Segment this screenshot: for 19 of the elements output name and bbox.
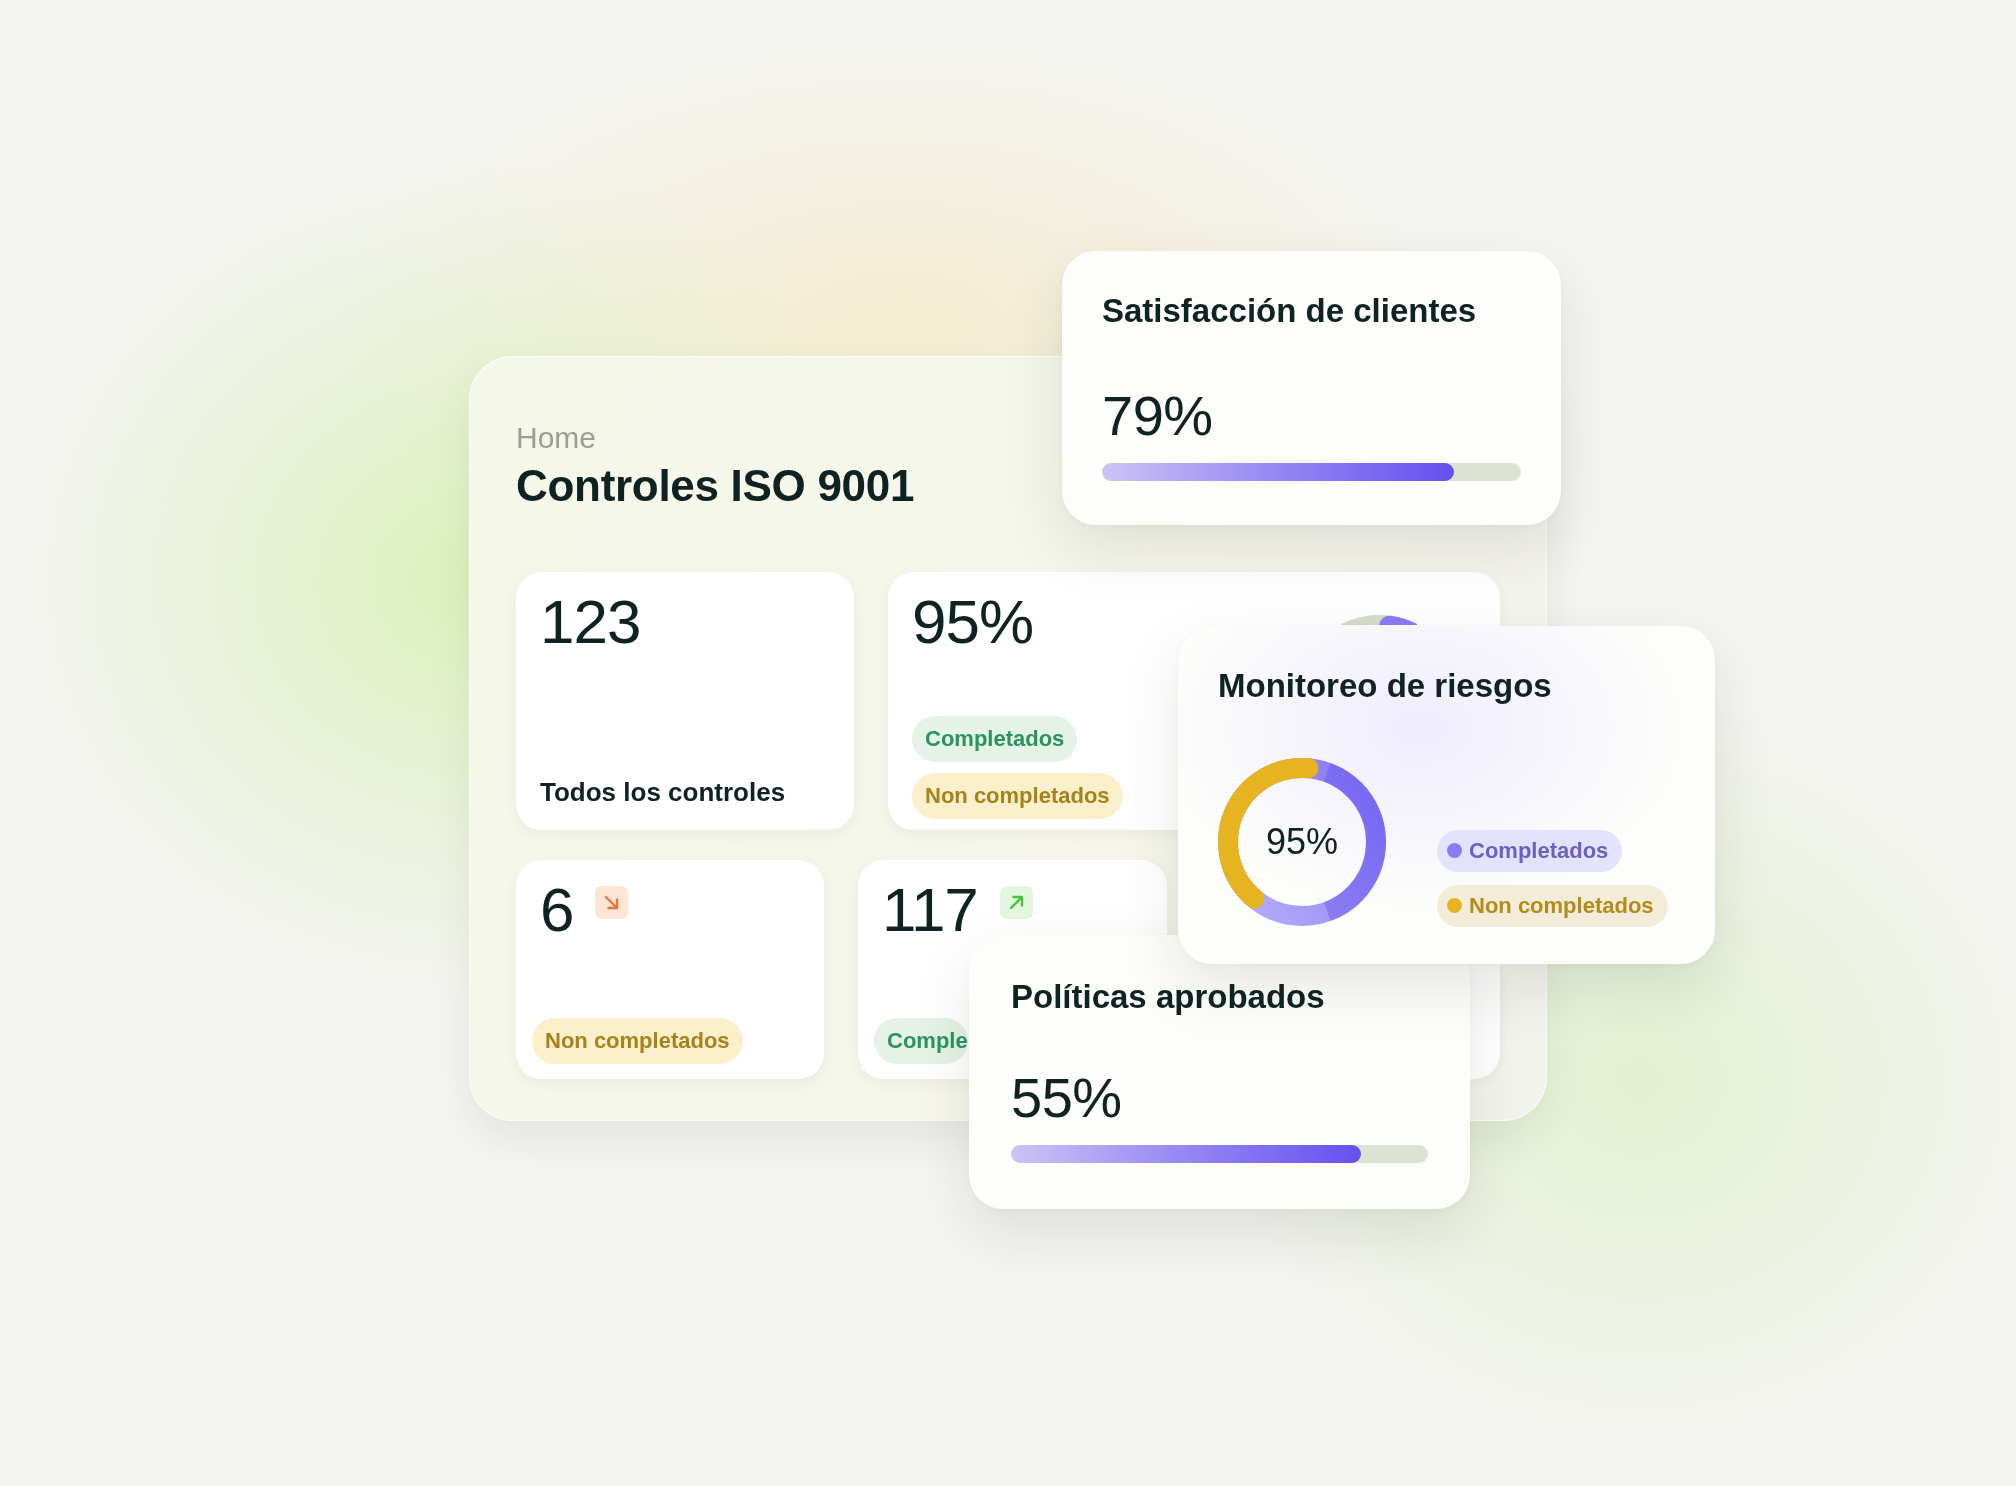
percent-value: 95%	[1265, 823, 1339, 860]
percent-value: 79%	[1102, 387, 1213, 444]
stat-value: 6	[540, 878, 574, 941]
percent-value: 55%	[1011, 1069, 1122, 1126]
legend-label: Non completados	[1469, 892, 1654, 921]
card-title: Satisfacción de clientes	[1102, 291, 1477, 331]
stat-label: Todos los controles	[540, 776, 786, 808]
status-tag: Comple	[874, 1017, 968, 1064]
status-tag: Completados	[912, 715, 1078, 762]
stat-value: 123	[540, 590, 641, 653]
legend-label: Completados	[1469, 837, 1609, 866]
breadcrumb-link[interactable]: Home	[516, 420, 597, 456]
status-tag: Non completados	[532, 1017, 743, 1064]
card-title: Monitoreo de riesgos	[1218, 666, 1552, 706]
page-title: Controles ISO 9001	[516, 460, 915, 512]
status-tag: Non completados	[912, 772, 1123, 819]
stat-value: 95%	[912, 590, 1034, 653]
card-title: Políticas aprobados	[1011, 977, 1325, 1017]
stat-value: 117	[882, 878, 978, 941]
